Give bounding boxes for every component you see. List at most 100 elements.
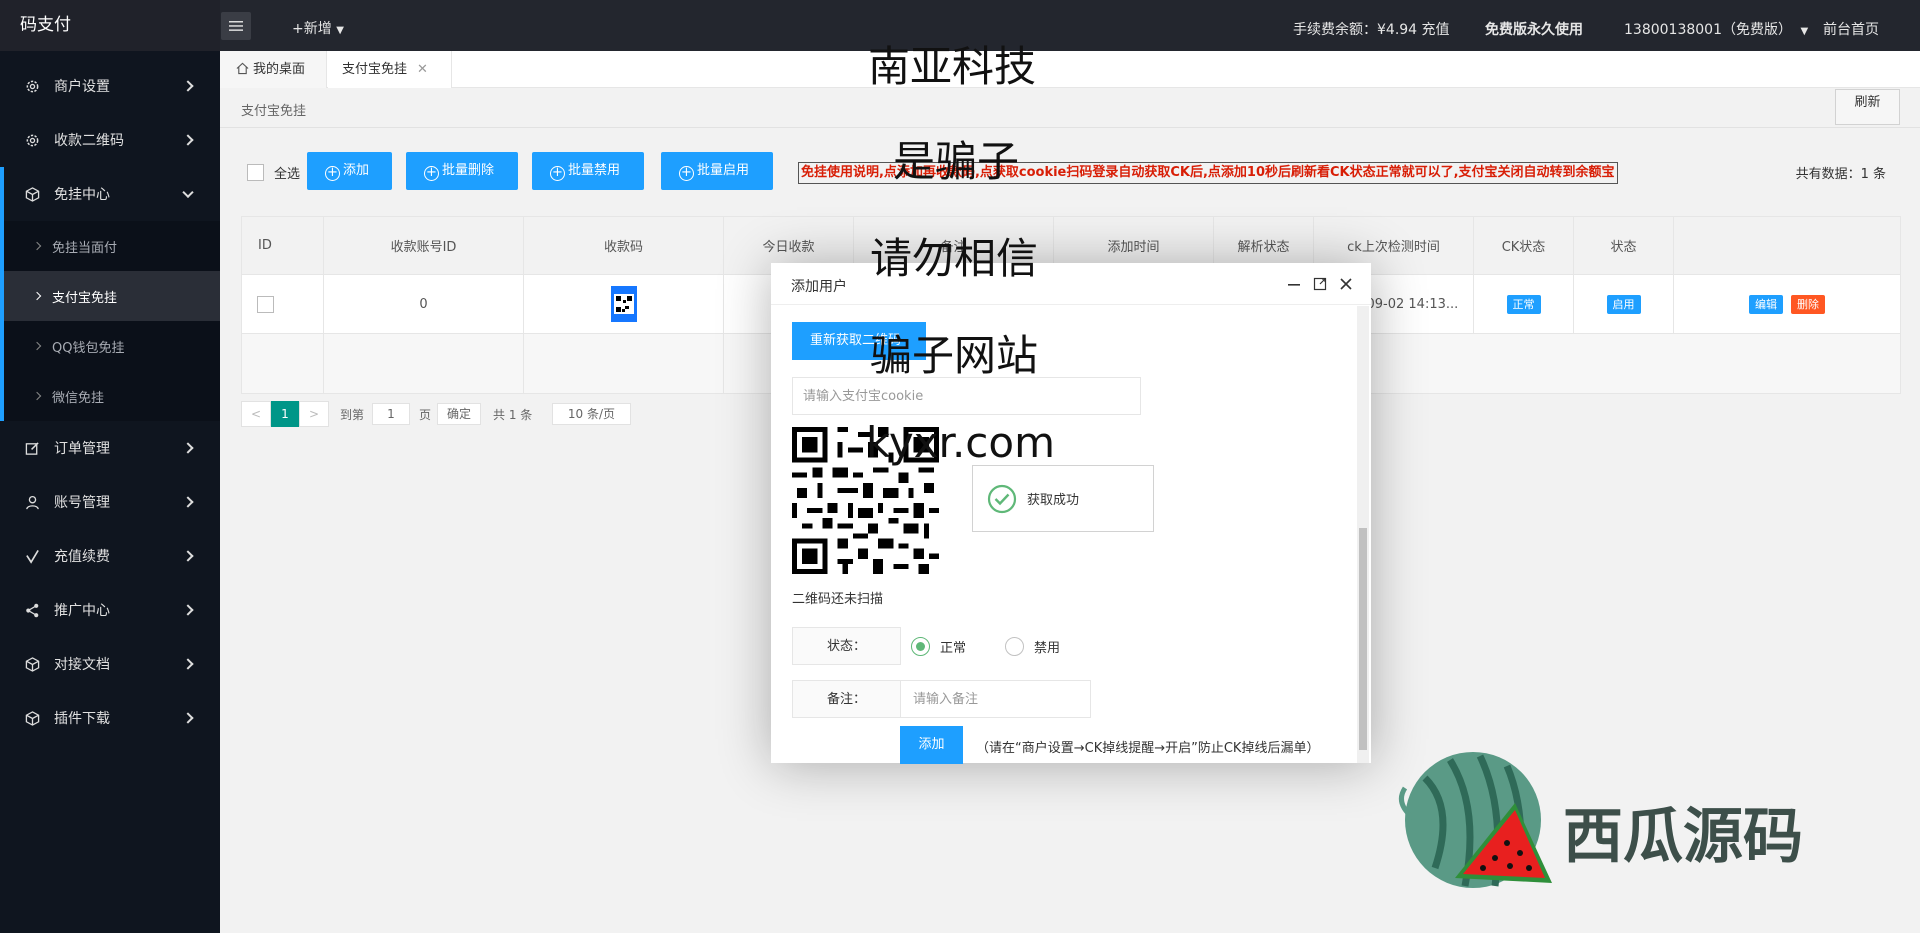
chevron-right-icon: [182, 658, 194, 670]
qrcode-thumbnail[interactable]: [610, 286, 637, 322]
dialog-scrollbar[interactable]: [1357, 306, 1369, 763]
sidebar-item-accounts[interactable]: 账号管理: [0, 475, 220, 529]
share-icon: [24, 602, 40, 618]
status-radio-disabled[interactable]: 禁用: [1005, 636, 1060, 656]
sidebar-item-orders[interactable]: 订单管理: [0, 421, 220, 475]
goto-confirm-button[interactable]: 确定: [437, 403, 481, 425]
delete-button[interactable]: 删除: [1791, 294, 1825, 314]
column-header: CK状态: [1474, 217, 1574, 274]
next-page-button[interactable]: >: [299, 401, 329, 427]
sidebar-submenu: 免挂当面付 支付宝免挂 QQ钱包免挂 微信免挂: [0, 221, 220, 421]
gear-icon: [24, 78, 40, 94]
total-count: 共有数据：1 条: [1795, 167, 1886, 182]
sidebar-item-free-center[interactable]: 免挂中心: [0, 167, 220, 221]
watermelon-icon: [1398, 752, 1552, 888]
tab-bar: 我的桌面 支付宝免挂 ✕: [220, 51, 1920, 88]
select-all-label: 全选: [274, 167, 301, 182]
sidebar-item-promotion[interactable]: 推广中心: [0, 583, 220, 637]
maximize-icon[interactable]: [1311, 275, 1329, 293]
sidebar-subitem-wechat[interactable]: 微信免挂: [4, 371, 220, 421]
sidebar-item-label: 充值续费: [54, 549, 110, 565]
close-icon[interactable]: ✕: [417, 62, 428, 77]
goto-page-input[interactable]: 1: [372, 403, 410, 425]
chevron-right-icon: [182, 604, 194, 616]
tab-alipay-free[interactable]: 支付宝免挂 ✕: [328, 51, 452, 88]
balance-text[interactable]: 手续费余额：¥4.94 充值: [1293, 0, 1450, 51]
toolbar: 全选 + 添加 + 批量删除 + 批量禁用 + 批量启用 免挂使用说明,点添加再收款码,…: [241, 152, 1901, 192]
radio-label: 正常: [940, 640, 967, 656]
add-new-menu[interactable]: +新增 ▼: [292, 0, 344, 51]
status-row: 状态： 正常 禁用: [792, 627, 1292, 665]
sidebar-item-label: 对接文档: [54, 657, 110, 673]
dialog-body: 重新获取二维码 二维码还未扫描 获取成功 状态： 正常: [771, 306, 1371, 763]
minimize-icon[interactable]: [1285, 275, 1303, 293]
tab-my-desktop[interactable]: 我的桌面: [220, 51, 327, 88]
edit-button[interactable]: 编辑: [1749, 294, 1783, 314]
gear-icon: [24, 132, 40, 148]
add-button[interactable]: + 添加: [307, 152, 392, 190]
check-circle-icon: [987, 484, 1017, 513]
caret-down-icon: ▼: [1800, 26, 1809, 37]
sidebar-item-label: 插件下载: [54, 711, 110, 727]
sidebar-item-label: 推广中心: [54, 603, 110, 619]
batch-enable-button[interactable]: + 批量启用: [661, 152, 773, 190]
cell-ck-status: 正常: [1474, 275, 1574, 333]
select-all-checkbox[interactable]: [247, 164, 264, 181]
remark-input[interactable]: [901, 680, 1091, 718]
button-label: 批量禁用: [568, 163, 621, 178]
toast-text: 获取成功: [1027, 493, 1080, 508]
empty-cell: [242, 334, 324, 393]
scrollbar-thumb[interactable]: [1359, 528, 1367, 750]
overlay-text-line: 南亚科技: [868, 42, 1037, 91]
prev-page-button[interactable]: <: [241, 401, 271, 427]
cell-status: 启用: [1574, 275, 1674, 333]
close-icon[interactable]: [1337, 275, 1355, 293]
caret-down-icon: ▼: [336, 25, 344, 36]
sidebar-item-recharge[interactable]: 充值续费: [0, 529, 220, 583]
breadcrumb: 支付宝免挂: [241, 104, 307, 119]
radio-unchecked-icon: [1005, 636, 1024, 656]
empty-cell: [324, 334, 524, 393]
check-icon: [24, 548, 40, 564]
plus-circle-icon: +: [325, 166, 340, 181]
chevron-right-icon: [182, 496, 194, 508]
empty-cell: [524, 334, 724, 393]
app-logo[interactable]: 码支付: [0, 0, 220, 51]
watermark-logo: 西瓜源码: [1395, 748, 1825, 903]
sidebar-item-label: 账号管理: [54, 495, 110, 511]
plus-circle-icon: +: [424, 166, 439, 181]
sidebar-subitem-qq[interactable]: QQ钱包免挂: [4, 321, 220, 371]
refresh-button[interactable]: 刷新: [1835, 89, 1900, 125]
menu-toggle-button[interactable]: [221, 12, 251, 40]
status-label: 状态：: [792, 627, 901, 665]
page-size-select[interactable]: 10 条/页: [552, 403, 631, 425]
sidebar-subitem-face-pay[interactable]: 免挂当面付: [4, 221, 220, 271]
submit-add-button[interactable]: 添加: [900, 726, 963, 764]
sidebar-item-plugins[interactable]: 插件下载: [0, 691, 220, 745]
row-checkbox[interactable]: [257, 295, 274, 313]
frontend-home-link[interactable]: 前台首页: [1823, 0, 1879, 51]
overlay-text-line: 骗子网站: [870, 331, 1039, 380]
remark-label: 备注：: [792, 680, 901, 718]
radio-checked-icon: [911, 636, 930, 656]
cube-icon: [24, 186, 40, 202]
goto-label: 到第: [340, 408, 365, 422]
radio-label: 禁用: [1034, 640, 1061, 656]
sidebar-item-merchant-settings[interactable]: 商户设置: [0, 59, 220, 113]
status-radio-normal[interactable]: 正常: [911, 636, 966, 656]
sidebar-item-docs[interactable]: 对接文档: [0, 637, 220, 691]
total-records: 共 1 条: [493, 408, 533, 422]
success-toast: 获取成功: [972, 465, 1154, 532]
overlay-text-line: 请勿相信: [870, 234, 1039, 283]
submit-tip: （请在“商户设置→CK掉线提醒→开启”防止CK掉线后漏单）: [976, 741, 1320, 756]
overlay-text-line: 是骗子: [893, 137, 1020, 186]
status-badge[interactable]: 启用: [1606, 294, 1641, 314]
page-unit-label: 页: [419, 408, 432, 422]
batch-delete-button[interactable]: + 批量删除: [406, 152, 518, 190]
sidebar-item-qrcode[interactable]: 收款二维码: [0, 113, 220, 167]
page-number-current[interactable]: 1: [271, 401, 299, 427]
free-version-link[interactable]: 免费版永久使用: [1485, 0, 1583, 51]
batch-disable-button[interactable]: + 批量禁用: [532, 152, 644, 190]
user-menu[interactable]: 13800138001（免费版） ▼: [1624, 0, 1808, 51]
sidebar-subitem-alipay[interactable]: 支付宝免挂: [4, 271, 220, 321]
